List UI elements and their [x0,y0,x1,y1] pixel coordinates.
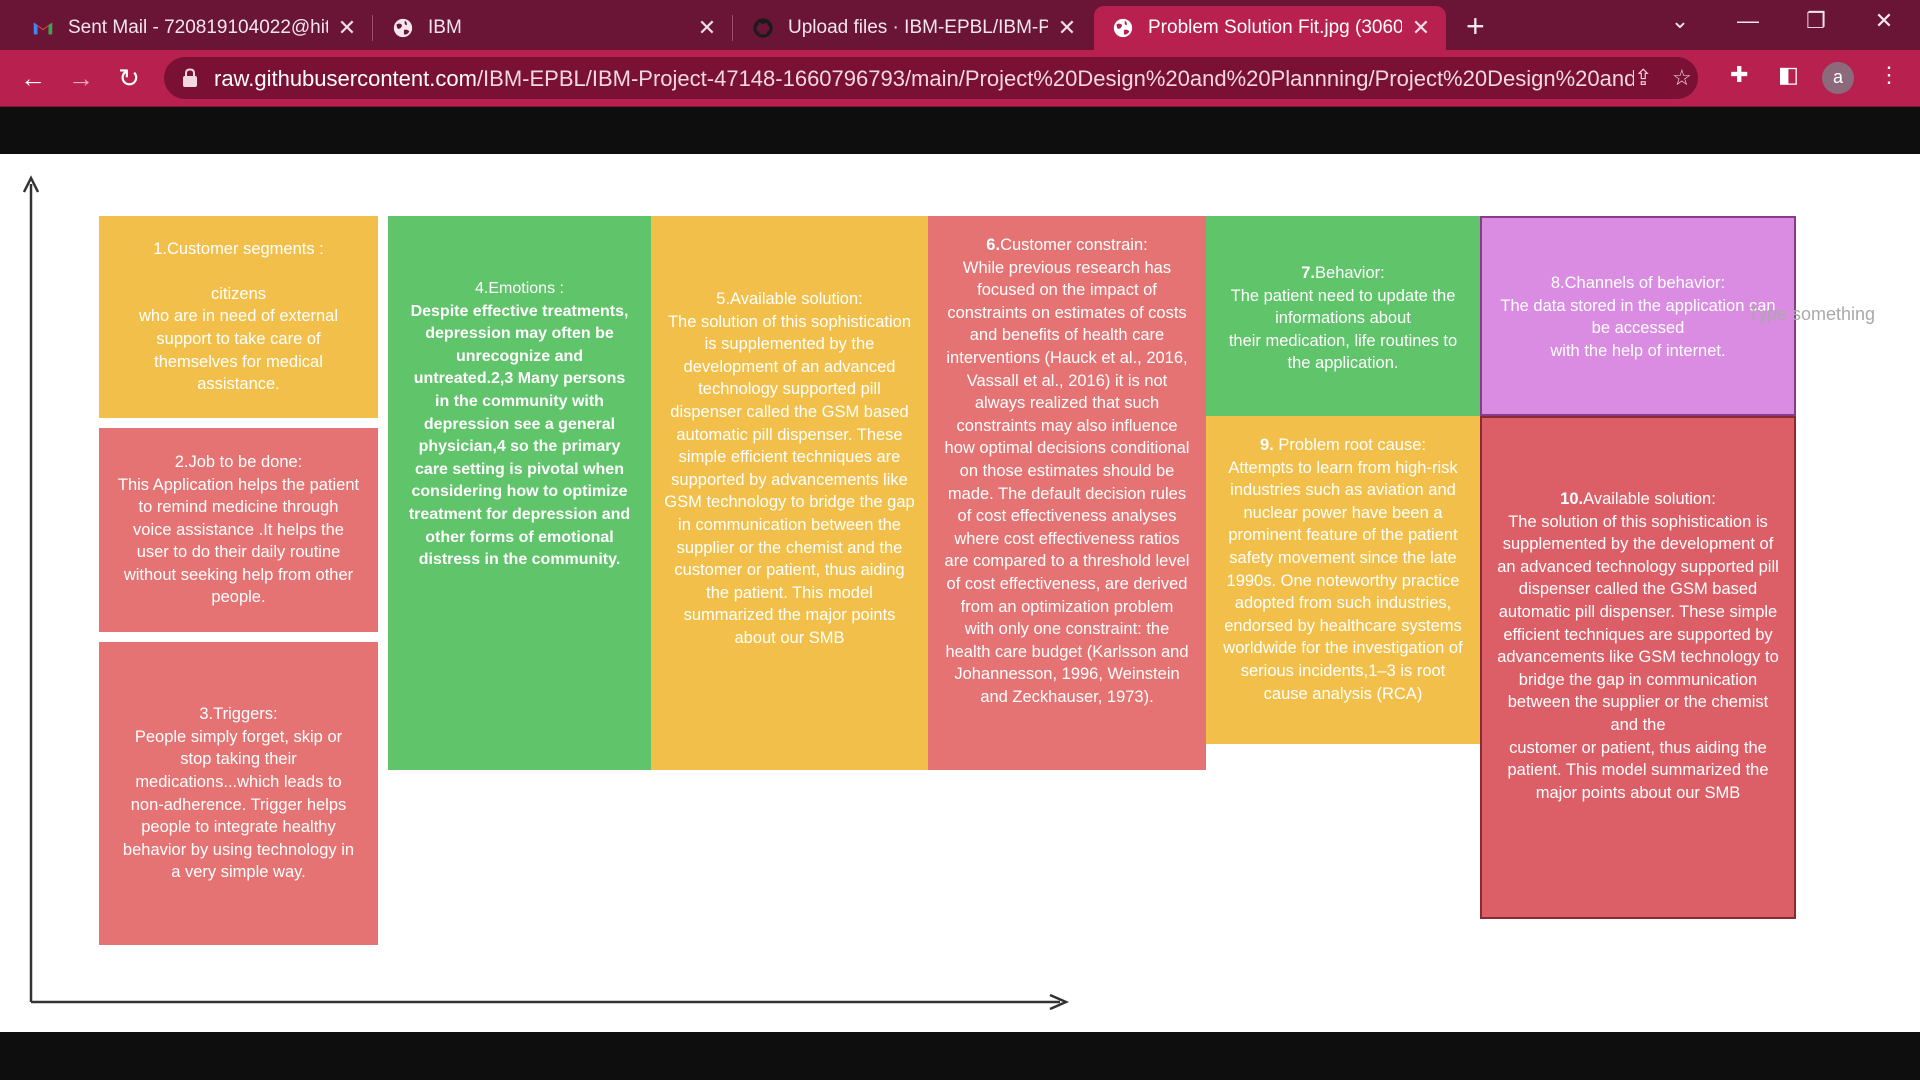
forward-icon[interactable]: → [64,62,98,94]
box-heading: 6.Customer constrain: [986,236,1148,254]
box-emotions: 4.Emotions : Despite effective treatment… [388,216,651,770]
box-problem-root-cause: 9. Problem root cause: Attempts to learn… [1206,416,1480,744]
box-triggers: 3.Triggers: People simply forget, skip o… [99,642,378,945]
profile-avatar[interactable]: a [1822,62,1854,94]
address-bar[interactable]: raw.githubusercontent.com/IBM-EPBL/IBM-P… [164,57,1698,99]
tab-divider [372,15,373,41]
box-body: citizens who are in need of external sup… [138,284,339,394]
window-close-icon[interactable]: ✕ [1864,8,1904,34]
minimize-icon[interactable]: — [1728,8,1768,34]
box-body: The data stored in the application can b… [1500,296,1776,360]
extensions-icon[interactable]: ✚ [1730,62,1748,88]
globe-icon [393,18,413,38]
box-heading-text: Problem root cause: [1273,436,1426,454]
tab-strip: Sent Mail - 720819104022@hit.edu.in ✕ IB… [0,0,1920,50]
box-body: This Application helps the patient to re… [117,475,360,607]
box-body: The patient need to update the informati… [1228,286,1458,373]
lock-icon [183,68,197,87]
side-panel-icon[interactable]: ◧ [1778,62,1799,88]
close-icon[interactable]: ✕ [1410,15,1432,41]
box-heading: 8.Channels of behavior: [1550,274,1726,292]
tab-title: Upload files · IBM-EPBL/IBM-Project [788,17,1048,38]
box-heading: 2.Job to be done: [174,452,303,471]
new-tab-button[interactable]: + [1466,8,1485,45]
tab-divider [732,15,733,41]
menu-icon[interactable]: ⋮ [1878,62,1900,88]
box-available-solution-5: 5.Available solution: The solution of th… [651,216,928,770]
box-heading: 5.Available solution: [716,290,863,308]
back-icon[interactable]: ← [16,62,50,94]
globe-icon [1113,18,1133,38]
box-heading-text: Available solution: [1583,490,1716,508]
box-heading: 10.Available solution: [1560,490,1716,508]
box-behavior: 7.Behavior: The patient need to update t… [1206,216,1480,416]
placeholder-text: Type something [1748,304,1876,324]
box-body: The solution of this sophistication is s… [1497,512,1779,802]
box-available-solution-10: 10.Available solution: The solution of t… [1480,416,1796,919]
restore-icon[interactable]: ❐ [1796,8,1836,34]
bookmark-star-icon[interactable]: ☆ [1672,65,1692,91]
tab-problem-solution-fit[interactable]: Problem Solution Fit.jpg (3060×1 ✕ [1094,6,1446,50]
reload-icon[interactable]: ↻ [112,62,146,94]
box-heading-text: Customer constrain: [1000,236,1148,254]
box-heading: 9. Problem root cause: [1259,436,1426,454]
box-body: Despite effective treatments, depression… [408,302,631,569]
close-icon[interactable]: ✕ [1056,15,1078,41]
tab-sent-mail[interactable]: Sent Mail - 720819104022@hit.edu.in ✕ [14,6,372,50]
box-customer-segments: 1.Customer segments : citizens who are i… [99,216,378,418]
box-heading: 4.Emotions : [475,280,564,297]
browser-toolbar: ← → ↻ raw.githubusercontent.com/IBM-EPBL… [0,50,1920,107]
box-heading: 3.Triggers: [199,705,278,724]
share-icon[interactable]: ⇪ [1634,65,1652,91]
gmail-icon [33,22,53,35]
tab-title: Problem Solution Fit.jpg (3060×1 [1148,17,1402,38]
box-body: While previous research has focused on t… [944,258,1190,706]
tab-title: IBM [428,17,462,38]
tab-search-icon[interactable]: ⌄ [1660,8,1700,34]
tab-title: Sent Mail - 720819104022@hit.edu.in [68,17,328,38]
url-host: raw.githubusercontent.com [214,66,477,91]
box-heading: 7.Behavior: [1301,264,1385,282]
box-heading: 1.Customer segments : [153,240,324,259]
close-icon[interactable]: ✕ [336,15,358,41]
box-body: Attempts to learn from high-risk industr… [1223,458,1463,703]
box-body: People simply forget, skip or stop takin… [122,727,355,882]
tab-ibm[interactable]: IBM ✕ [374,6,732,50]
box-heading-text: Behavior: [1315,264,1385,282]
github-icon [753,18,773,38]
tab-upload-files[interactable]: Upload files · IBM-EPBL/IBM-Project ✕ [734,6,1092,50]
url-path: /IBM-EPBL/IBM-Project-47148-1660796793/m… [476,66,1634,91]
box-customer-constrain: 6.Customer constrain: While previous res… [928,216,1206,770]
box-job-to-be-done: 2.Job to be done: This Application helps… [99,428,378,632]
box-body: The solution of this sophistication is s… [664,312,915,647]
url-text: raw.githubusercontent.com/IBM-EPBL/IBM-P… [214,66,1634,92]
close-icon[interactable]: ✕ [696,15,718,41]
